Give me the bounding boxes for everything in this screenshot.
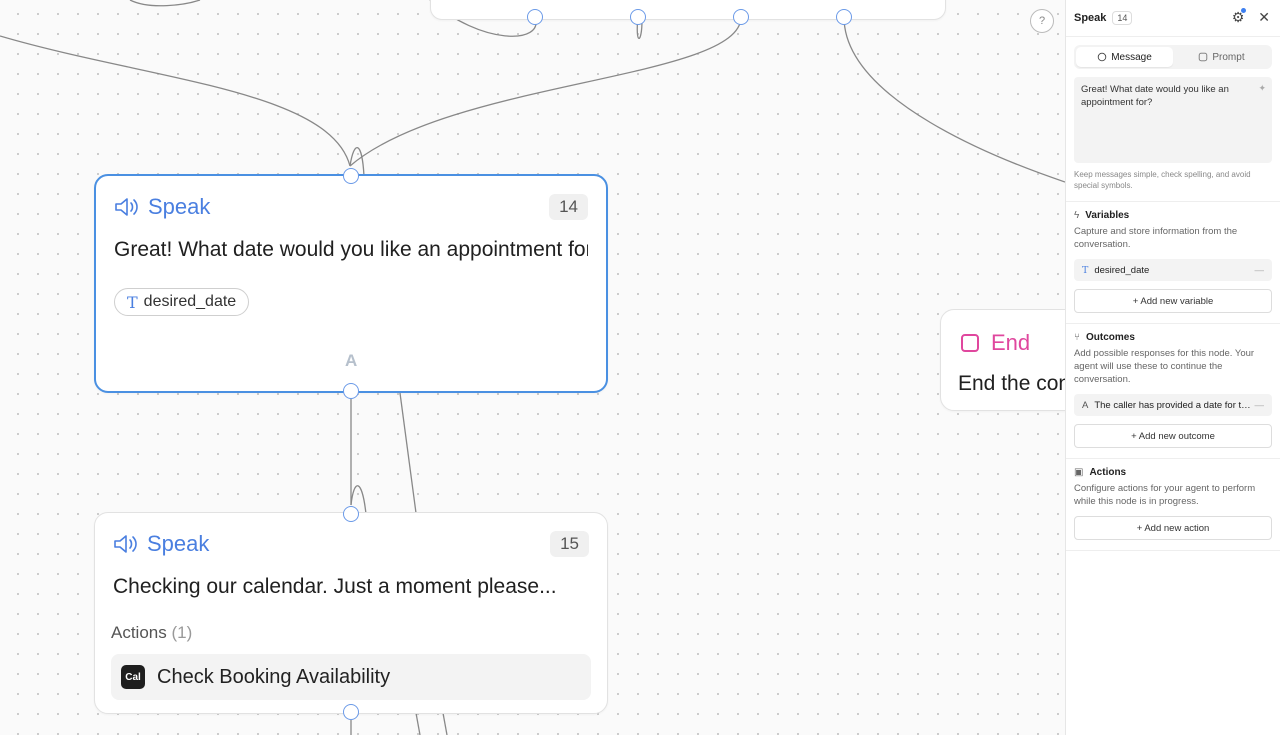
node-header: End bbox=[961, 330, 1030, 356]
output-handle[interactable] bbox=[343, 383, 359, 399]
edge bbox=[349, 16, 742, 167]
branch-icon: ⑂ bbox=[1074, 332, 1080, 343]
node-settings-panel: Speak 14 ⚙ ✕ Message Prompt Great! What … bbox=[1065, 0, 1280, 735]
edge bbox=[843, 16, 1065, 183]
edge bbox=[129, 0, 201, 7]
connection-handle[interactable] bbox=[630, 9, 646, 25]
close-icon[interactable]: ✕ bbox=[1258, 10, 1270, 24]
speak-node-15[interactable]: Speak 15 Checking our calendar. Just a m… bbox=[94, 512, 608, 714]
node-number-badge: 15 bbox=[550, 531, 589, 557]
remove-variable-icon[interactable]: — bbox=[1255, 265, 1265, 276]
cal-logo-icon: Cal bbox=[121, 665, 145, 689]
speak-node-14[interactable]: Speak 14 Great! What date would you like… bbox=[94, 174, 608, 393]
variables-header: ϟ Variables bbox=[1074, 210, 1272, 221]
end-node[interactable]: End End the conversation bbox=[940, 309, 1065, 411]
outcome-item[interactable]: A The caller has provided a date for the… bbox=[1074, 394, 1272, 416]
text-variable-icon: T bbox=[1082, 264, 1089, 276]
node-header: Speak bbox=[113, 531, 209, 557]
edge bbox=[442, 712, 448, 735]
tab-prompt[interactable]: Prompt bbox=[1173, 47, 1270, 67]
panel-node-number: 14 bbox=[1112, 11, 1133, 25]
variables-section: ϟ Variables Capture and store informatio… bbox=[1066, 202, 1280, 324]
actions-header: ▣ Actions bbox=[1074, 467, 1272, 478]
add-action-button[interactable]: + Add new action bbox=[1074, 516, 1272, 540]
add-outcome-button[interactable]: + Add new outcome bbox=[1074, 424, 1272, 448]
outcomes-title: Outcomes bbox=[1086, 332, 1135, 343]
connection-handle[interactable] bbox=[733, 9, 749, 25]
actions-description: Configure actions for your agent to perf… bbox=[1074, 483, 1256, 507]
notification-dot bbox=[1241, 8, 1247, 13]
question-icon[interactable]: ? bbox=[1030, 9, 1054, 33]
actions-title: Actions bbox=[1089, 467, 1127, 478]
sparkle-icon[interactable]: ✦ bbox=[1258, 82, 1266, 95]
outcome-text: The caller has provided a date for the a… bbox=[1094, 399, 1252, 411]
variables-description: Capture and store information from the c… bbox=[1074, 226, 1238, 250]
variables-title: Variables bbox=[1085, 210, 1130, 221]
edge bbox=[415, 712, 421, 735]
stop-square-icon bbox=[961, 334, 979, 352]
node-number-badge: 14 bbox=[549, 194, 588, 220]
actions-title: Actions bbox=[111, 623, 167, 642]
outcomes-header: ⑂ Outcomes bbox=[1074, 332, 1272, 343]
top-node-partial[interactable] bbox=[430, 0, 946, 20]
input-handle[interactable] bbox=[343, 168, 359, 184]
speaker-icon bbox=[114, 535, 137, 553]
message-hint: Keep messages simple, check spelling, an… bbox=[1074, 170, 1251, 190]
tab-message[interactable]: Message bbox=[1076, 47, 1173, 67]
node-message: Great! What date would you like an appoi… bbox=[114, 238, 588, 261]
message-mode-tabs: Message Prompt bbox=[1074, 45, 1272, 69]
node-type-label: Speak bbox=[148, 194, 211, 219]
connection-handle[interactable] bbox=[527, 9, 543, 25]
action-item[interactable]: Cal Check Booking Availability bbox=[111, 654, 591, 700]
message-text: Great! What date would you like an appoi… bbox=[1081, 84, 1229, 108]
chat-bubble-icon bbox=[1097, 52, 1107, 62]
node-type-label: End bbox=[991, 330, 1031, 355]
node-type-label: Speak bbox=[147, 531, 210, 556]
variable-item[interactable]: T desired_date — bbox=[1074, 259, 1272, 281]
prompt-icon bbox=[1199, 52, 1208, 62]
node-message: End the conversation bbox=[958, 372, 1065, 395]
speaker-icon bbox=[115, 198, 138, 216]
outcome-branch-letter: A bbox=[345, 351, 358, 370]
flow-canvas[interactable]: ? Speak 14 Great! What date would you li… bbox=[0, 0, 1065, 735]
tab-prompt-label: Prompt bbox=[1212, 51, 1245, 63]
actions-section: ▣ Actions Configure actions for your age… bbox=[1066, 459, 1280, 551]
outcomes-description: Add possible responses for this node. Yo… bbox=[1074, 348, 1255, 385]
edge bbox=[0, 35, 351, 167]
variable-chip-label: desired_date bbox=[143, 293, 237, 310]
robot-icon: ▣ bbox=[1074, 467, 1084, 478]
action-name: Check Booking Availability bbox=[157, 665, 391, 688]
node-header: Speak bbox=[114, 194, 210, 220]
input-handle[interactable] bbox=[343, 506, 359, 522]
lightning-icon: ϟ bbox=[1074, 210, 1080, 221]
variable-name: desired_date bbox=[1094, 264, 1150, 276]
message-section: Message Prompt Great! What date would yo… bbox=[1066, 37, 1280, 202]
outcome-letter: A bbox=[1082, 399, 1089, 411]
remove-outcome-icon[interactable]: — bbox=[1255, 400, 1265, 411]
panel-header: Speak 14 ⚙ ✕ bbox=[1066, 0, 1280, 37]
actions-count: (1) bbox=[171, 623, 193, 642]
outcomes-section: ⑂ Outcomes Add possible responses for th… bbox=[1066, 324, 1280, 459]
edge bbox=[399, 392, 417, 514]
message-textarea[interactable]: Great! What date would you like an appoi… bbox=[1074, 77, 1272, 163]
panel-header-actions: ⚙ ✕ bbox=[1232, 8, 1270, 24]
text-variable-icon: T bbox=[127, 292, 138, 312]
tab-message-label: Message bbox=[1111, 51, 1152, 63]
add-variable-button[interactable]: + Add new variable bbox=[1074, 289, 1272, 313]
node-message: Checking our calendar. Just a moment ple… bbox=[113, 575, 557, 598]
variable-chip[interactable]: T desired_date bbox=[114, 288, 250, 316]
output-handle[interactable] bbox=[343, 704, 359, 720]
connection-handle[interactable] bbox=[836, 9, 852, 25]
actions-label: Actions (1) bbox=[111, 623, 192, 643]
panel-title: Speak bbox=[1074, 12, 1107, 24]
gear-icon[interactable]: ⚙ bbox=[1232, 8, 1247, 24]
